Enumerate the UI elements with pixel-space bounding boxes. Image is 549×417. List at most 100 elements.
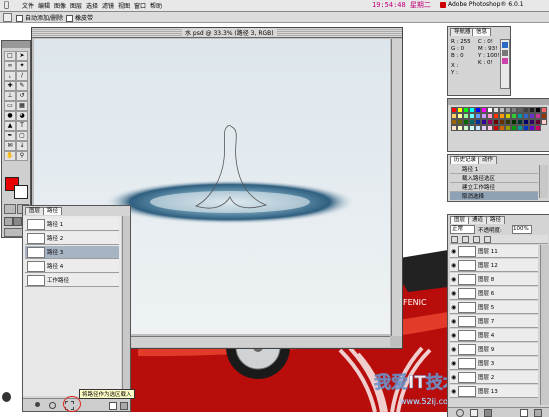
tab-info[interactable]: 信息 [472, 28, 492, 36]
background-color-swatch[interactable] [14, 185, 28, 199]
trash-icon[interactable] [120, 402, 128, 410]
app-name[interactable]: Adobe Photoshop® 6.0.1 [448, 1, 524, 8]
layer-row[interactable]: ◉ 图层 8 [450, 273, 538, 286]
dodge-tool-icon[interactable]: ◕ [16, 111, 28, 121]
marquee-tool-icon[interactable]: □ [4, 51, 16, 61]
type-tool-icon[interactable]: T [16, 121, 28, 131]
tab-layers[interactable]: 图层 [450, 216, 470, 224]
path-row[interactable]: 路径 1 [25, 218, 119, 231]
layer-row[interactable]: ◉ 图层 5 [450, 301, 538, 314]
eye-icon[interactable]: ◉ [451, 360, 456, 367]
eraser-tool-icon[interactable]: ▭ [4, 101, 16, 111]
lasso-tool-icon[interactable]: ∞ [4, 61, 16, 71]
vertical-scrollbar[interactable] [391, 39, 402, 336]
eye-icon[interactable]: ◉ [451, 290, 456, 297]
new-path-icon[interactable] [109, 402, 117, 410]
apple-icon[interactable]:  [4, 0, 9, 9]
history-item[interactable]: 载入路径选区 [450, 174, 538, 183]
eye-icon[interactable]: ◉ [451, 346, 456, 353]
path-row[interactable]: 路径 2 [25, 232, 119, 245]
option-rubber-band[interactable]: 橡皮带 [66, 13, 93, 22]
menu-window[interactable]: 窗口 [134, 1, 146, 10]
eye-icon[interactable]: ◉ [451, 262, 456, 269]
swatches-titlebar[interactable] [448, 99, 549, 105]
slice-tool-icon[interactable]: ∕ [16, 71, 28, 81]
eyedropper-tool-icon[interactable]: ↓ [16, 141, 28, 151]
brush-tool-icon[interactable]: ✎ [16, 81, 28, 91]
layer-row[interactable]: ◉ 图层 9 [450, 343, 538, 356]
menu-edit[interactable]: 编辑 [38, 1, 50, 10]
menu-view[interactable]: 视图 [118, 1, 130, 10]
history-item[interactable]: 建立工作路径 [450, 183, 538, 192]
lock-position-icon[interactable] [472, 236, 480, 243]
layer-row[interactable]: ◉ 图层 4 [450, 329, 538, 342]
lock-all-icon[interactable] [483, 236, 491, 243]
tab-navigator[interactable]: 导航器 [450, 28, 475, 36]
pen-tool-icon[interactable]: ✒ [4, 131, 16, 141]
eye-icon[interactable]: ◉ [451, 248, 456, 255]
eye-icon[interactable]: ◉ [451, 276, 456, 283]
screen-mode-icon[interactable] [4, 217, 13, 226]
layer-style-icon[interactable] [456, 409, 464, 417]
checkbox-icon[interactable] [66, 15, 73, 22]
zoom-tool-icon[interactable]: ⚲ [16, 151, 28, 161]
menu-file[interactable]: 文件 [22, 1, 34, 10]
tab-actions[interactable]: 动作 [478, 156, 498, 164]
layer-row[interactable]: ◉ 图层 12 [450, 259, 538, 272]
shape-tool-icon[interactable]: ▢ [16, 131, 28, 141]
new-layer-icon[interactable] [520, 409, 528, 417]
healing-tool-icon[interactable]: ✚ [4, 81, 16, 91]
path-row[interactable]: 路径 4 [25, 260, 119, 273]
menu-filter[interactable]: 滤镜 [102, 1, 114, 10]
paths-scrollbar[interactable] [122, 216, 130, 396]
path-select-tool-icon[interactable]: ▲ [4, 121, 16, 131]
layers-scrollbar[interactable] [540, 245, 549, 405]
layer-row[interactable]: ◉ 图层 13 [450, 385, 538, 398]
history-item[interactable]: 路径 1 [450, 165, 538, 174]
tab-history[interactable]: 历史记录 [450, 156, 481, 164]
crop-tool-icon[interactable]: ⌞ [4, 71, 16, 81]
layer-row[interactable]: ◉ 图层 6 [450, 287, 538, 300]
eye-icon[interactable]: ◉ [451, 374, 456, 381]
opacity-input[interactable]: 100% [512, 225, 532, 234]
adjustment-layer-icon[interactable] [484, 409, 492, 417]
path-row[interactable]: 工作路径 [25, 274, 119, 287]
desktop-icon[interactable] [2, 392, 11, 402]
color-swatch[interactable] [535, 125, 541, 131]
checkbox-icon[interactable] [16, 15, 23, 22]
history-item[interactable]: 取消选择 [450, 192, 538, 200]
magic-wand-tool-icon[interactable]: ✦ [16, 61, 28, 71]
lock-transparency-icon[interactable] [451, 236, 458, 243]
notes-tool-icon[interactable]: ✉ [4, 141, 16, 151]
pen-tool-icon[interactable] [3, 13, 12, 22]
hand-tool-icon[interactable]: ✋ [4, 151, 16, 161]
eye-icon[interactable]: ◉ [451, 388, 456, 395]
toolbox-titlebar[interactable] [2, 41, 30, 48]
layer-row[interactable]: ◉ 图层 3 [450, 357, 538, 370]
eye-icon[interactable]: ◉ [451, 304, 456, 311]
menu-select[interactable]: 选择 [86, 1, 98, 10]
stroke-path-icon[interactable] [49, 402, 56, 409]
menu-layer[interactable]: 图层 [70, 1, 82, 10]
color-icon[interactable] [502, 42, 508, 48]
stamp-tool-icon[interactable]: ⊥ [4, 91, 16, 101]
tab-layers[interactable]: 图层 [25, 207, 45, 215]
document-titlebar[interactable]: 水 psd @ 33.3% (路径 3, RGB) [32, 28, 402, 38]
lock-image-icon[interactable] [461, 236, 469, 243]
tab-paths[interactable]: 路径 [486, 216, 506, 224]
tab-channels[interactable]: 通道 [468, 216, 488, 224]
blend-mode-select[interactable]: 正常 [450, 225, 475, 234]
layer-row[interactable]: ◉ 图层 7 [450, 315, 538, 328]
gradient-tool-icon[interactable]: ▦ [16, 101, 28, 111]
trash-icon[interactable] [534, 409, 542, 417]
tab-paths[interactable]: 路径 [43, 207, 63, 215]
move-tool-icon[interactable]: ➤ [16, 51, 28, 61]
color-swatch[interactable] [541, 119, 547, 125]
brush-icon[interactable] [502, 58, 508, 64]
standard-mode-icon[interactable] [4, 204, 16, 214]
fill-path-icon[interactable] [35, 402, 40, 407]
option-auto-add-delete[interactable]: 自动添加/删除 [16, 13, 63, 22]
layer-row[interactable]: ◉ 图层 2 [450, 371, 538, 384]
history-brush-tool-icon[interactable]: ↺ [16, 91, 28, 101]
screen-mode-icon[interactable] [13, 217, 22, 226]
